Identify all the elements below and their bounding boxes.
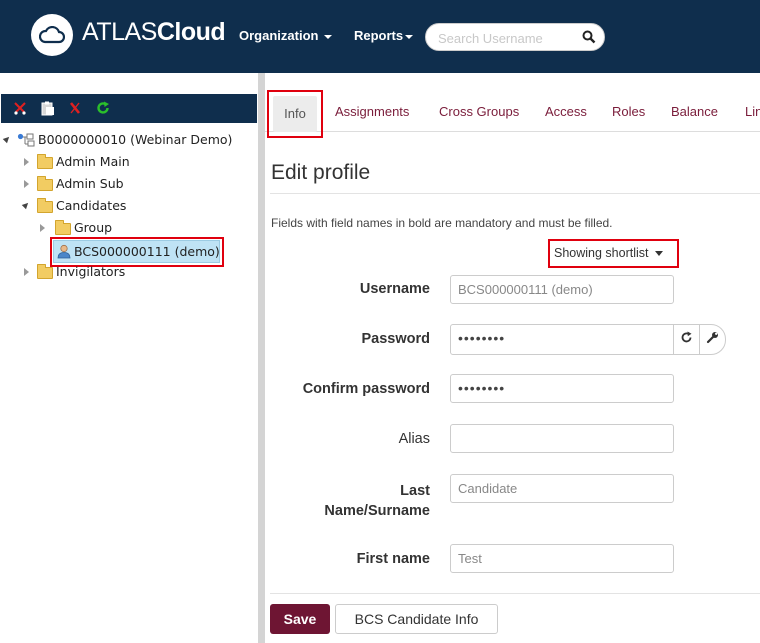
profile-tabs: Info Assignments Cross Groups Access Rol… [265,90,760,138]
tab-roles[interactable]: Roles [612,104,645,119]
folder-icon [37,176,53,191]
search-box [425,23,605,51]
tree-root-label: B0000000010 (Webinar Demo) [38,132,233,147]
confirm-password-field[interactable]: •••••••• [450,374,674,403]
org-tree: B0000000010 (Webinar Demo) Admin Main Ad… [0,123,258,643]
candidate-info-button[interactable]: BCS Candidate Info [335,604,498,634]
search-input[interactable] [438,28,578,48]
tab-info-highlight: Info [267,90,323,138]
username-label: Username [359,281,430,297]
divider [270,593,760,594]
first-name-label: First name [356,551,430,567]
last-name-field[interactable]: Candidate [450,474,674,503]
first-name-field[interactable]: Test [450,544,674,573]
password-label: Password [361,331,431,347]
tree-item-label: Admin Main [56,154,130,169]
expanded-icon[interactable] [21,200,31,210]
expand-icon[interactable] [24,268,29,276]
tab-balance[interactable]: Balance [671,104,718,119]
tree-item-candidate-user[interactable]: BCS000000111 (demo) [53,240,220,263]
search-icon[interactable] [582,30,596,49]
expand-icon[interactable] [24,158,29,166]
cloud-logo-icon[interactable] [31,14,73,56]
tree-item-label: Admin Sub [56,176,124,191]
last-name-label: Last Name/Surname [324,483,430,519]
nav-reports[interactable]: Reports [354,28,414,43]
tab-cross-groups[interactable]: Cross Groups [439,104,519,119]
tree-item-label: Group [74,220,113,235]
nav-organization[interactable]: Organization [239,28,333,43]
shortlist-dropdown[interactable]: Showing shortlist [548,239,679,268]
password-field[interactable]: •••••••• [450,324,674,355]
wrench-icon [706,331,719,349]
password-settings-button[interactable] [699,324,726,355]
save-button[interactable]: Save [270,604,330,634]
username-field[interactable]: BCS000000111 (demo) [450,275,674,304]
tab-links[interactable]: Lin [745,104,760,119]
top-bar: ATLASCloud Organization Reports [0,0,760,73]
chevron-down-icon [324,34,333,39]
tree-item-label: BCS000000111 (demo) [74,244,220,259]
chevron-down-icon [405,34,414,39]
cut-icon[interactable] [12,100,28,116]
divider [270,193,760,194]
org-unit-icon [17,133,35,153]
brand-name[interactable]: ATLASCloud [82,18,226,47]
tree-toolbar [1,94,257,123]
tree-item-label: Invigilators [56,264,126,279]
paste-icon[interactable] [40,100,56,116]
alias-label: Alias [398,431,430,447]
generate-password-button[interactable] [673,324,700,355]
tab-assignments[interactable]: Assignments [335,104,409,119]
expand-icon[interactable] [24,180,29,188]
mandatory-hint: Fields with field names in bold are mand… [271,216,613,230]
refresh-icon [680,331,693,349]
page-title: Edit profile [271,161,371,184]
panel-splitter[interactable] [258,73,265,643]
expanded-icon[interactable] [2,134,12,144]
delete-icon[interactable] [67,100,83,116]
alias-field[interactable] [450,424,674,453]
tab-info[interactable]: Info [273,96,317,132]
folder-icon [37,264,53,279]
folder-icon [37,154,53,169]
folder-icon [55,220,71,235]
tree-item-label: Candidates [56,198,127,213]
shortlist-label: Showing shortlist [554,246,649,260]
chevron-down-icon [654,251,663,257]
confirm-password-label: Confirm password [302,381,430,397]
tab-access[interactable]: Access [545,104,587,119]
expand-icon[interactable] [40,224,45,232]
refresh-icon[interactable] [95,100,111,116]
folder-icon [37,198,53,213]
